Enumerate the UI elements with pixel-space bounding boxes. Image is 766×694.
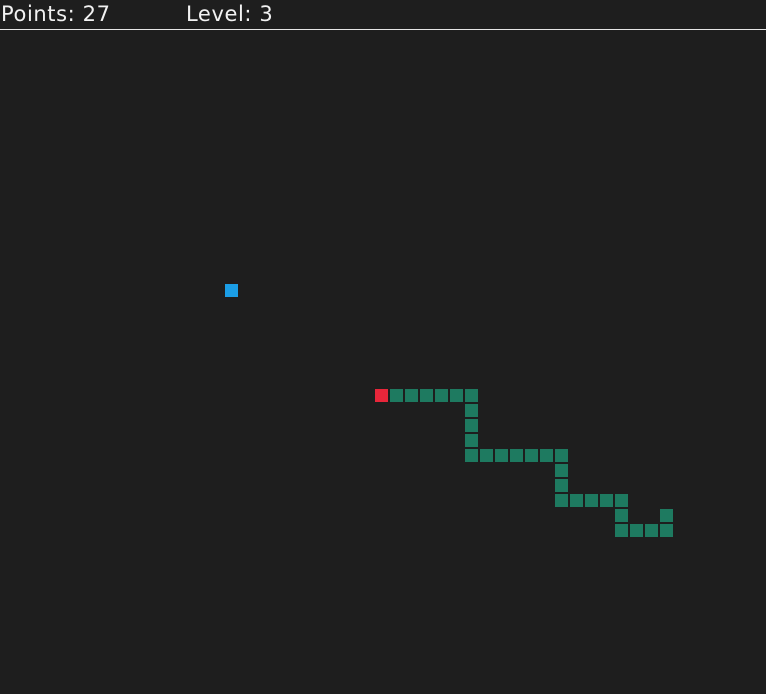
snake-segment [615, 509, 628, 522]
snake-segment [495, 449, 508, 462]
snake-segment [645, 524, 658, 537]
game-board[interactable] [0, 31, 766, 691]
snake-segment [510, 449, 523, 462]
snake-segment [555, 494, 568, 507]
snake-segment [630, 524, 643, 537]
snake-segment [615, 494, 628, 507]
points-value: 27 [82, 2, 111, 26]
snake-segment [450, 389, 463, 402]
snake-segment [555, 449, 568, 462]
level-value: 3 [259, 2, 274, 26]
snake-game: Points: 27 Level: 3 [0, 0, 766, 694]
snake-segment [465, 434, 478, 447]
snake-segment [465, 389, 478, 402]
snake-segment [465, 419, 478, 432]
snake-segment [525, 449, 538, 462]
snake-segment [555, 479, 568, 492]
snake-segment [435, 389, 448, 402]
points-display: Points: 27 [1, 1, 111, 27]
snake-segment [390, 389, 403, 402]
snake-segment [555, 464, 568, 477]
snake-segment [585, 494, 598, 507]
points-label: Points: [1, 2, 76, 26]
snake-segment [405, 389, 418, 402]
snake-segment [465, 404, 478, 417]
snake-segment [615, 524, 628, 537]
food-pellet [225, 284, 238, 297]
level-display: Level: 3 [186, 1, 273, 27]
snake-segment [600, 494, 613, 507]
snake-segment [420, 389, 433, 402]
snake-segment [660, 509, 673, 522]
snake-head [375, 389, 388, 402]
snake-segment [465, 449, 478, 462]
level-label: Level: [186, 2, 253, 26]
snake-segment [660, 524, 673, 537]
score-bar: Points: 27 Level: 3 [0, 0, 766, 30]
snake-segment [570, 494, 583, 507]
snake-segment [540, 449, 553, 462]
snake-segment [480, 449, 493, 462]
